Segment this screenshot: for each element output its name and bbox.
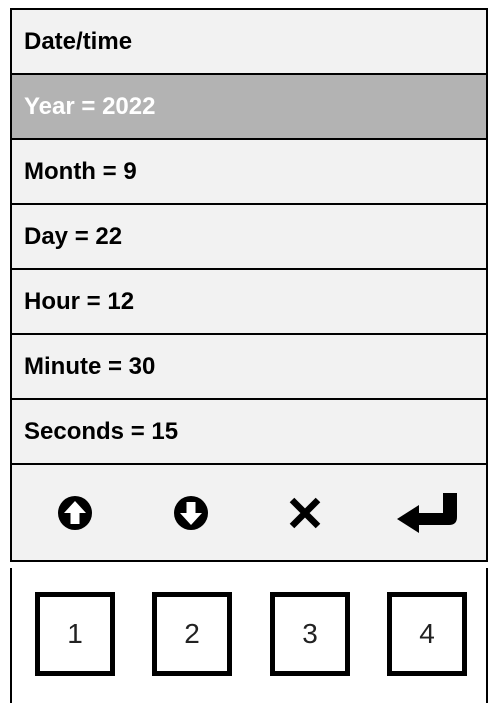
menu-item-month[interactable]: Month = 9 (12, 140, 486, 205)
icon-toolbar (12, 465, 486, 562)
menu-item-minute[interactable]: Minute = 30 (12, 335, 486, 400)
menu-item-hour[interactable]: Hour = 12 (12, 270, 486, 335)
key-1-label: 1 (67, 618, 83, 649)
menu-item-seconds[interactable]: Seconds = 15 (12, 400, 486, 465)
close-icon[interactable] (280, 489, 330, 537)
key-4[interactable]: 4 (387, 592, 467, 676)
key-2-label: 2 (184, 618, 200, 649)
key-3[interactable]: 3 (270, 592, 350, 676)
key-2[interactable]: 2 (152, 592, 232, 676)
up-arrow-icon[interactable] (50, 489, 100, 537)
key-3-label: 3 (302, 618, 318, 649)
key-4-label: 4 (419, 618, 435, 649)
menu-item-day[interactable]: Day = 22 (12, 205, 486, 270)
function-keys: 1 2 3 4 (10, 568, 488, 703)
date-time-menu: Date/time Year = 2022 Month = 9 Day = 22… (10, 8, 488, 562)
menu-item-year[interactable]: Year = 2022 (12, 75, 486, 140)
menu-title: Date/time (12, 10, 486, 75)
down-arrow-icon[interactable] (166, 489, 216, 537)
key-1[interactable]: 1 (35, 592, 115, 676)
enter-icon[interactable] (388, 489, 464, 537)
